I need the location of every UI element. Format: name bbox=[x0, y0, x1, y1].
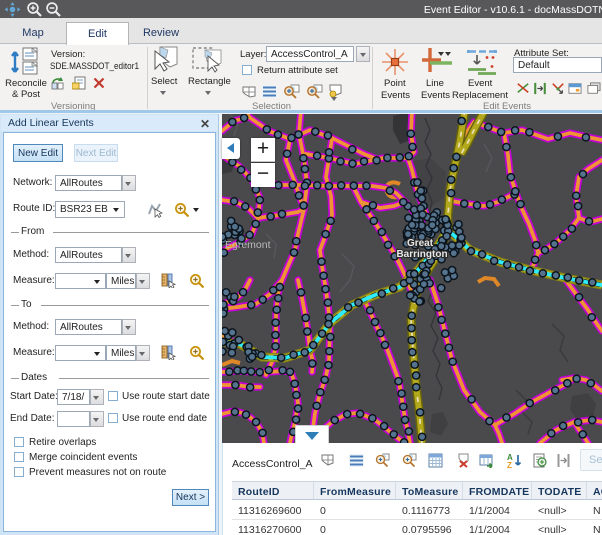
svg-text:Barrington: Barrington bbox=[396, 249, 447, 260]
svg-text:Great: Great bbox=[407, 238, 434, 249]
svg-text:Egremont: Egremont bbox=[225, 239, 271, 251]
svg-text:Z: Z bbox=[507, 461, 512, 468]
